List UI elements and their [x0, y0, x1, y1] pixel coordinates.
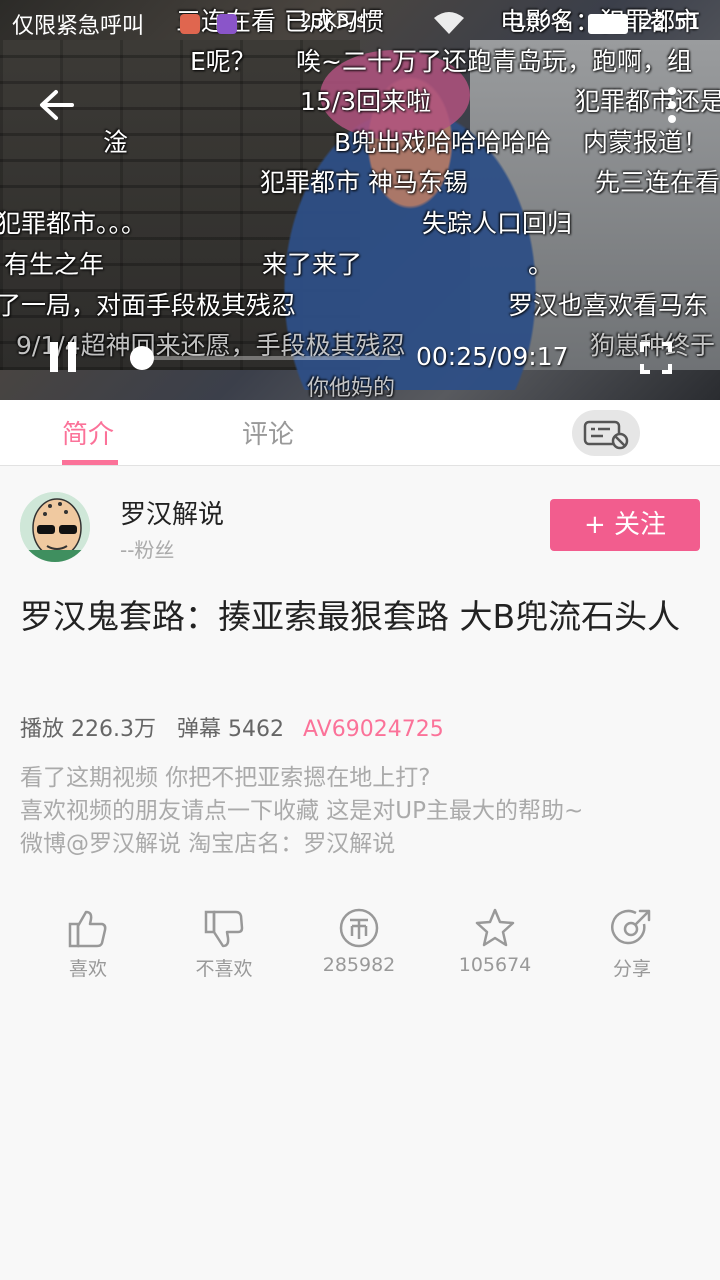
thumb-up-icon — [68, 910, 107, 948]
coin-count: 285982 — [322, 954, 396, 976]
action-bar: 喜欢 不喜欢 285982 105674 分享 — [0, 906, 720, 986]
tab-comments[interactable]: 评论 — [242, 414, 294, 451]
seek-thumb[interactable] — [130, 346, 155, 370]
fullscreen-icon — [640, 342, 650, 352]
danmaku-label: 弹幕 — [177, 717, 222, 742]
playback-time: 00:25/09:17 — [416, 342, 569, 371]
pause-icon — [50, 342, 58, 372]
battery-level: 100% — [515, 10, 570, 32]
share-icon — [611, 909, 651, 945]
wifi-icon — [432, 10, 466, 42]
av-number[interactable]: AV69024725 — [303, 717, 444, 742]
coin-button[interactable]: 285982 — [299, 906, 419, 976]
arrow-left-icon — [40, 90, 74, 120]
like-button[interactable]: 喜欢 — [28, 906, 148, 981]
dislike-button[interactable]: 不喜欢 — [164, 906, 284, 981]
clock: 22:51 — [640, 10, 701, 34]
more-vertical-icon — [668, 87, 676, 95]
share-label: 分享 — [612, 958, 651, 980]
pause-button[interactable] — [50, 342, 78, 372]
avatar[interactable] — [20, 492, 90, 562]
tab-intro[interactable]: 简介 — [62, 414, 114, 451]
network-speed: 23KB/s — [300, 10, 366, 32]
coin-icon — [339, 908, 379, 948]
status-bar: 仅限紧急呼叫 23KB/s 100% 22:51 — [0, 0, 720, 48]
battery-icon — [588, 14, 628, 34]
views-count: 226.3万 — [71, 717, 156, 742]
views-label: 播放 — [20, 717, 65, 742]
share-button[interactable]: 分享 — [572, 906, 692, 981]
notification-icon — [180, 14, 200, 34]
notification-icon — [217, 14, 237, 34]
video-player[interactable]: 三连在看 已成习惯 电影名：犯罪都市 E呢？ 唉~二十万了还跑青岛玩，跑啊，组 … — [0, 0, 720, 400]
description-line: 微博@罗汉解说 淘宝店名：罗汉解说 — [20, 831, 396, 857]
avatar-image — [20, 492, 90, 562]
star-icon — [475, 908, 515, 947]
like-label: 喜欢 — [68, 958, 107, 980]
danmaku-count: 5462 — [228, 717, 285, 742]
back-button[interactable] — [36, 84, 78, 126]
active-tab-indicator — [62, 460, 118, 465]
favorite-count: 105674 — [458, 954, 532, 976]
favorite-button[interactable]: 105674 — [435, 906, 555, 976]
fullscreen-button[interactable] — [640, 342, 672, 374]
carrier-text: 仅限紧急呼叫 — [12, 14, 145, 39]
video-description: 看了这期视频 你把不把亚索摁在地上打? 喜欢视频的朋友请点一下收藏 这是对UP主… — [20, 762, 710, 861]
fans-count: --粉丝 — [120, 538, 175, 562]
dislike-label: 不喜欢 — [195, 958, 253, 980]
follow-button[interactable]: + 关注 — [550, 499, 700, 551]
danmaku-toggle-button[interactable] — [572, 410, 640, 456]
player-controls: 00:25/09:17 — [0, 330, 720, 390]
thumb-down-icon — [204, 910, 244, 948]
uploader-name[interactable]: 罗汉解说 — [120, 494, 224, 531]
danmaku-off-icon — [583, 420, 629, 450]
video-frame-hair — [320, 50, 470, 140]
description-line: 看了这期视频 你把不把亚索摁在地上打? — [20, 765, 431, 791]
seek-bar[interactable] — [130, 356, 400, 360]
video-title: 罗汉鬼套路：揍亚索最狠套路 大B兜流石头人 — [20, 597, 681, 636]
video-stats: 播放 226.3万 弹幕 5462 AV69024725 — [20, 711, 444, 743]
more-button[interactable] — [662, 84, 682, 126]
description-line: 喜欢视频的朋友请点一下收藏 这是对UP主最大的帮助~ — [20, 798, 584, 824]
tab-bar: 简介 评论 — [0, 400, 720, 466]
